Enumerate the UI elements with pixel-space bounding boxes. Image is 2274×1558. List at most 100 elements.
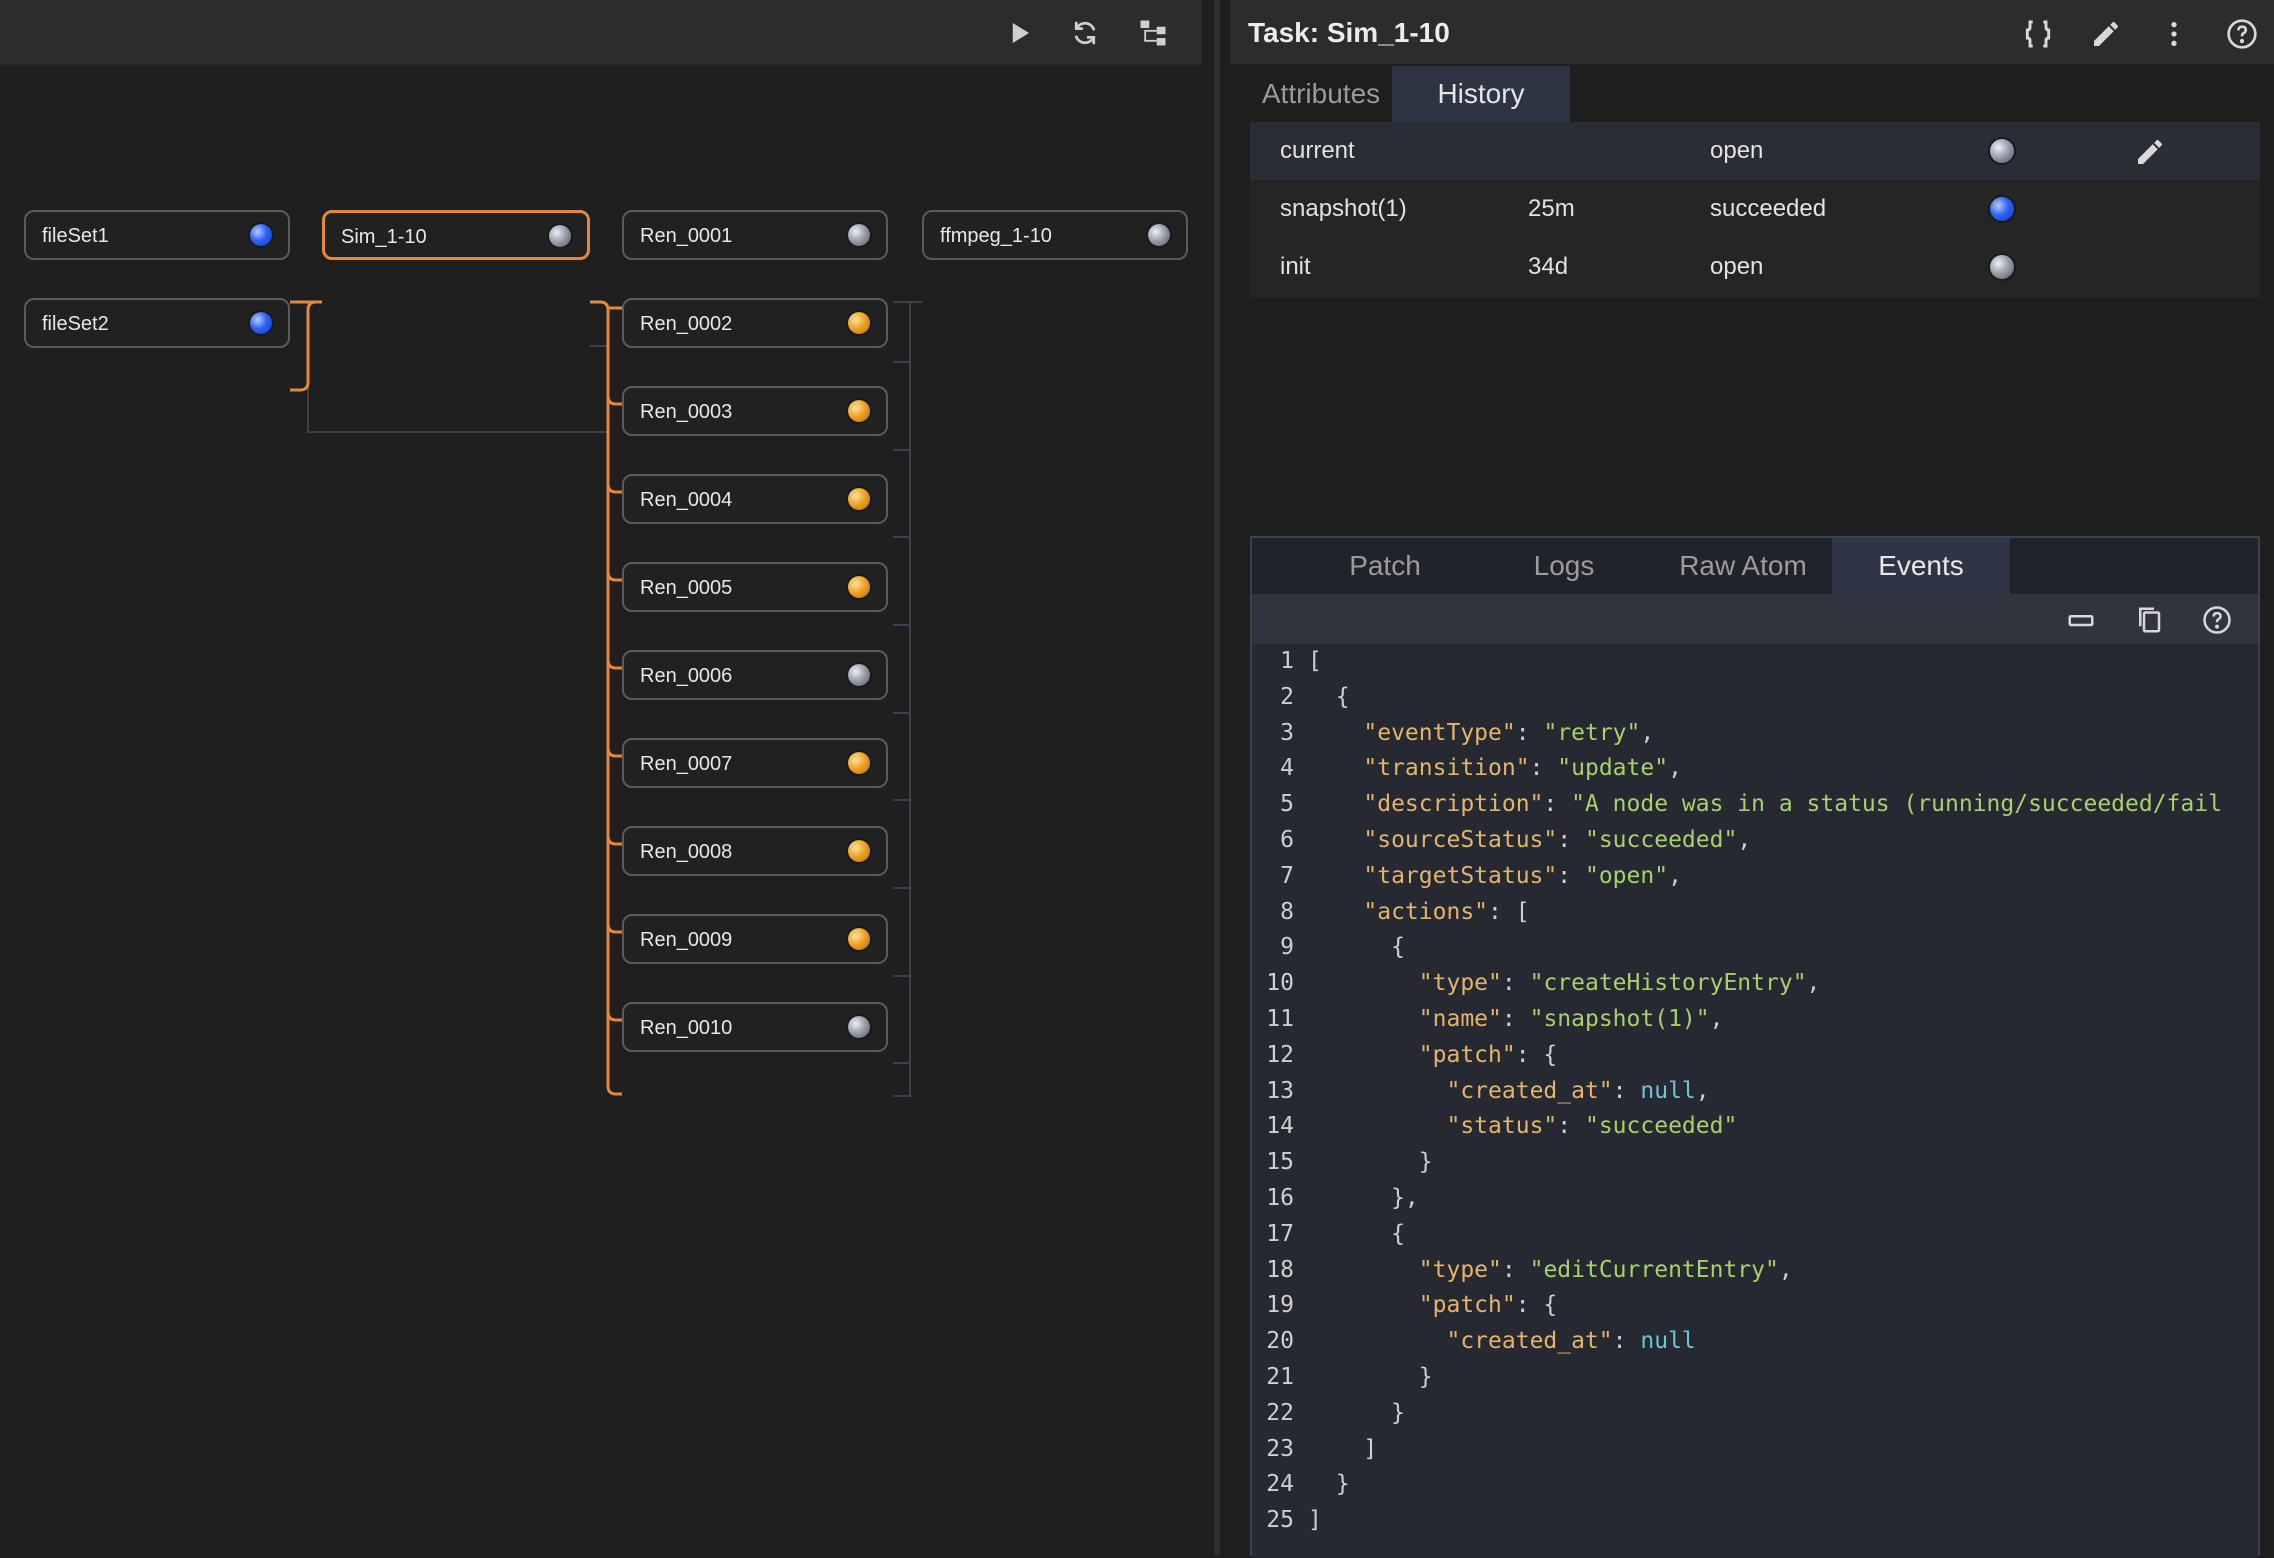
pencil-icon[interactable] [2134,136,2166,168]
line-number: 10 [1266,970,1294,997]
layout-button[interactable] [1134,14,1172,52]
panel-splitter[interactable] [1202,0,1230,1556]
node-label: Sim_1-10 [341,226,427,248]
code-line: "name": "snapshot(1)", [1418,1006,1724,1032]
code-line: "transition": "update", [1363,755,1682,782]
graph-node-r10[interactable]: Ren_0010 [622,1002,888,1052]
line-number: 12 [1266,1041,1294,1068]
graph-panel: fileSet1 fileSet2 Sim_1-10 Ren_0001 Ren_0002… [0,0,1202,1556]
line-number: 1 [1280,648,1294,674]
node-label: Ren_0010 [640,1017,733,1039]
graph-node-r3[interactable]: Ren_0003 [622,386,888,436]
line-number: 19 [1266,1292,1294,1319]
history-table: current open snapshot(1) 25m succeeded i… [1250,122,2260,298]
line-number: 17 [1266,1220,1294,1247]
refresh-button[interactable] [1066,14,1104,52]
play-button[interactable] [1000,14,1038,52]
history-status: succeeded [1710,195,1827,222]
tab-events[interactable]: Events [1832,538,2010,594]
line-number: 6 [1280,827,1294,853]
history-status: open [1710,137,1764,164]
node-label: Ren_0002 [640,313,733,335]
graph-node-r4[interactable]: Ren_0004 [622,474,888,524]
history-name: snapshot(1) [1280,195,1407,222]
graph-node-r1[interactable]: Ren_0001 [622,210,888,260]
tab-raw-atom[interactable]: Raw Atom [1654,538,1832,594]
line-number: 9 [1280,934,1294,961]
code-line: ] [1308,1435,1378,1462]
graph-node-fileSet2[interactable]: fileSet2 [24,298,290,348]
refresh-icon [1074,21,1096,45]
more-vert-icon [2171,22,2177,46]
node-label: fileSet2 [42,313,109,335]
copy-button[interactable] [2132,603,2166,637]
history-name: init [1280,253,1311,280]
code-line: "status": "succeeded" [1446,1113,1738,1140]
line-gutter: 1 2 3 4 5 6 7 8 9 10 11 12 13 14 15 16 17 18 19 20 21 22 23 24 2… [1252,644,1306,1558]
edit-task-button[interactable] [2086,14,2126,54]
status-dot [848,576,870,598]
node-label: Ren_0007 [640,753,733,775]
code-line: "targetStatus": "open", [1363,862,1682,889]
history-status: open [1710,253,1764,280]
graph-node-sim[interactable]: Sim_1-10 [322,210,590,260]
help-icon [2227,19,2257,49]
history-row-current[interactable]: current open [1250,122,2260,180]
copy-icon [2139,607,2161,633]
editor-help-button[interactable] [2200,603,2234,637]
graph-node-fileSet1[interactable]: fileSet1 [24,210,290,260]
status-dot [848,664,870,686]
node-label: Ren_0004 [640,489,733,511]
line-number: 4 [1280,755,1294,782]
task-header: Task: Sim_1-10 [1230,0,2274,64]
status-dot [250,224,272,246]
graph-node-r5[interactable]: Ren_0005 [622,562,888,612]
code-editor[interactable]: 1 2 3 4 5 6 7 8 9 10 11 12 13 14 15 16 17 18 19 20 21 22 23 24 2… [1252,644,2258,1558]
history-row-snapshot[interactable]: snapshot(1) 25m succeeded [1250,180,2260,238]
graph-node-r9[interactable]: Ren_0009 [622,914,888,964]
graph-node-r2[interactable]: Ren_0002 [622,298,888,348]
history-age: 34d [1528,253,1569,280]
more-menu-button[interactable] [2154,14,2194,54]
node-label: Ren_0006 [640,665,733,687]
line-number: 8 [1280,898,1294,925]
pencil-icon [2094,21,2118,46]
tab-logs[interactable]: Logs [1474,538,1654,594]
code-line: { [1308,934,1405,961]
code-line: "type": "createHistoryEntry", [1418,970,1821,997]
status-dot [1148,224,1170,246]
status-dot [1990,139,2014,163]
node-label: ffmpeg_1-10 [940,225,1052,247]
node-label: fileSet1 [42,225,109,247]
line-number: 14 [1266,1113,1294,1140]
code-line: [ [1308,648,1322,674]
graph-node-r8[interactable]: Ren_0008 [622,826,888,876]
raw-json-button[interactable] [2018,14,2058,54]
node-label: Ren_0005 [640,577,733,599]
collapse-button[interactable] [2064,603,2098,637]
history-age: 25m [1528,195,1575,222]
code-line: "created_at": null [1446,1328,1696,1355]
code-line: "type": "editCurrentEntry", [1418,1256,1793,1283]
status-dot [848,312,870,334]
tab-attributes[interactable]: Attributes [1250,66,1392,122]
task-title: Task: Sim_1-10 [1248,17,1450,48]
tab-history[interactable]: History [1392,66,1570,122]
tab-patch[interactable]: Patch [1296,538,1474,594]
play-icon [1012,23,1029,43]
graph-canvas[interactable]: fileSet1 fileSet2 Sim_1-10 Ren_0001 Ren_0002… [0,66,1202,1556]
graph-node-ffmpeg[interactable]: ffmpeg_1-10 [922,210,1188,260]
node-label: Ren_0009 [640,929,733,951]
help-button[interactable] [2222,14,2262,54]
graph-node-r6[interactable]: Ren_0006 [622,650,888,700]
line-number: 18 [1266,1256,1294,1283]
braces-icon [2025,20,2051,48]
line-number: 3 [1280,719,1294,746]
code-line: "eventType": "retry", [1363,719,1655,746]
code-line: { [1308,1220,1405,1247]
history-row-init[interactable]: init 34d open [1250,238,2260,296]
code-line: } [1308,1364,1433,1390]
line-number: 25 [1266,1507,1294,1534]
graph-node-r7[interactable]: Ren_0007 [622,738,888,788]
status-dot [1990,255,2014,279]
